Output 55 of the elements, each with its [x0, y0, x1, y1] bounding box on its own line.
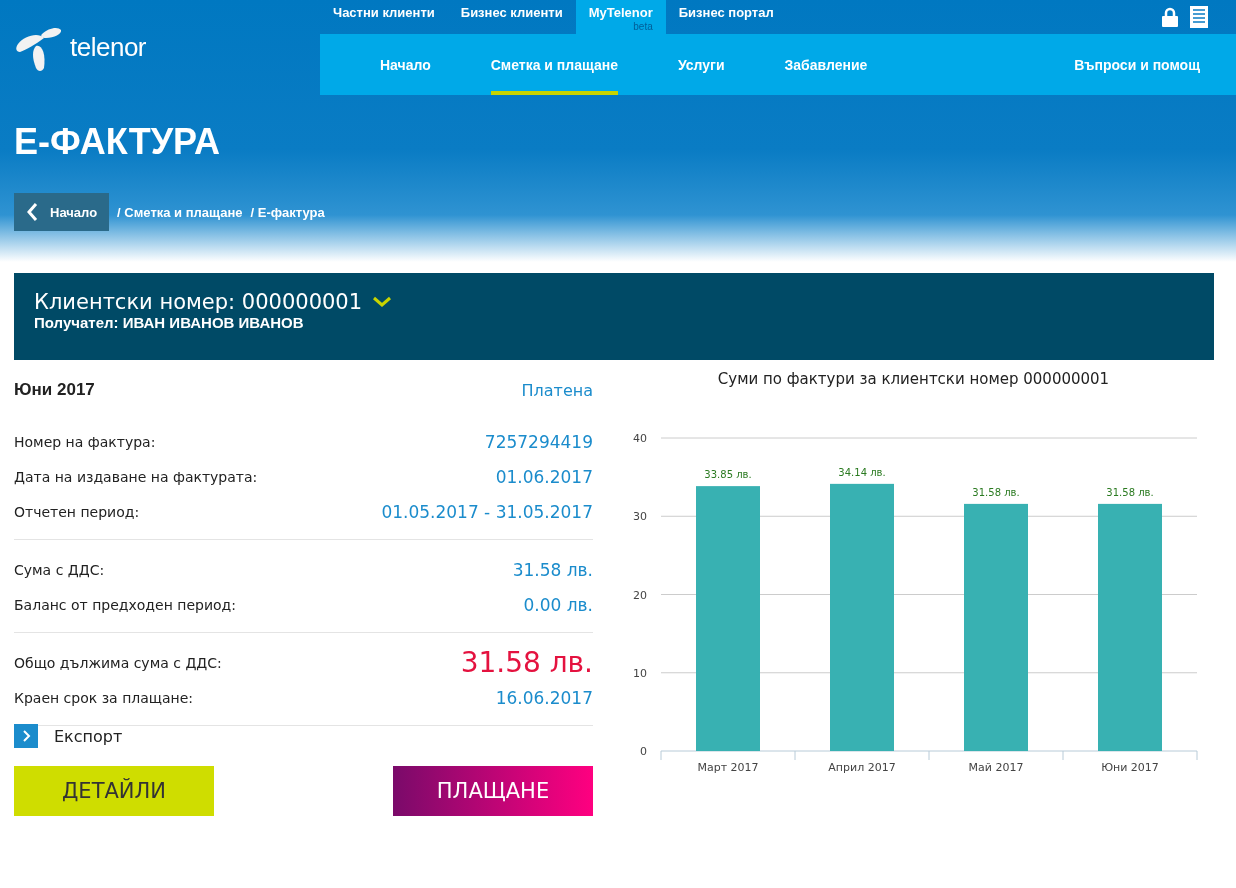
document-icon[interactable]: [1190, 6, 1208, 28]
x-axis-label: Май 2017: [968, 761, 1024, 774]
field-label: Дата на издаване на фактурата:: [14, 468, 258, 485]
x-axis-label: Юни 2017: [1101, 761, 1159, 774]
field-value: 16.06.2017: [495, 687, 593, 708]
field-value: 31.58 лв.: [512, 559, 593, 580]
y-tick-label: 10: [633, 666, 647, 680]
lock-icon[interactable]: [1162, 7, 1178, 27]
bar-value-label: 31.58 лв.: [972, 486, 1020, 498]
export-link[interactable]: Експорт: [54, 726, 123, 746]
y-tick-label: 0: [640, 745, 647, 758]
pay-button[interactable]: ПЛАЩАНЕ: [393, 766, 593, 816]
field-value: 31.58 лв.: [460, 646, 593, 679]
field-label: Общо дължима сума с ДДС:: [14, 654, 222, 671]
chevron-down-icon[interactable]: [372, 296, 393, 308]
top-nav-tab[interactable]: Бизнес клиенти: [447, 0, 576, 34]
field-label: Номер на фактура:: [14, 433, 156, 450]
main-nav-tab[interactable]: Забавление: [784, 34, 868, 95]
field-value: 01.05.2017 - 31.05.2017: [381, 501, 593, 522]
field-label: Баланс от предходен период:: [14, 596, 236, 613]
beta-label: beta: [633, 21, 653, 32]
x-axis-label: Март 2017: [697, 761, 759, 774]
main-nav-tab[interactable]: Начало: [380, 34, 431, 95]
invoice-month: Юни 2017: [14, 380, 95, 400]
y-tick-label: 30: [633, 510, 647, 524]
main-nav-tab[interactable]: Услуги: [678, 34, 725, 95]
top-nav-tab[interactable]: Частни клиенти: [320, 0, 448, 34]
field-label: Отчетен период:: [14, 503, 140, 520]
details-button[interactable]: ДЕТАЙЛИ: [14, 766, 214, 816]
breadcrumb-link[interactable]: / Сметка и плащане: [117, 204, 243, 220]
top-nav-tab[interactable]: MyTelenor beta: [575, 0, 666, 34]
field-value: 0.00 лв.: [523, 594, 593, 615]
page-title: Е-ФАКТУРА: [13, 120, 221, 164]
logo-text[interactable]: telenor: [70, 32, 146, 63]
chart-title: Суми по фактури за клиентски номер 000000001: [716, 369, 1111, 388]
breadcrumb-link[interactable]: / Е-фактура: [250, 204, 325, 220]
main-nav-tab[interactable]: Сметка и плащане: [490, 34, 618, 95]
field-value: 01.06.2017: [495, 466, 593, 487]
bar-value-label: 34.14 лв.: [838, 466, 886, 478]
field-label: Краен срок за плащане:: [14, 689, 194, 706]
x-axis-label: Април 2017: [828, 761, 896, 774]
bar-value-label: 33.85 лв.: [704, 469, 752, 481]
help-link[interactable]: Въпроси и помощ: [1074, 34, 1200, 95]
y-tick-label: 20: [633, 588, 647, 602]
recipient-text: Получател: ИВАН ИВАНОВ ИВАНОВ: [34, 314, 305, 331]
field-label: Сума с ДДС:: [14, 561, 105, 578]
back-button[interactable]: Начало: [14, 193, 110, 231]
payment-status: Платена: [521, 380, 593, 400]
top-nav-tab[interactable]: Бизнес портал: [665, 0, 787, 34]
chevron-left-icon: [26, 202, 38, 222]
chevron-right-icon[interactable]: [14, 724, 38, 748]
field-value: 7257294419: [484, 431, 593, 452]
bar-value-label: 31.58 лв.: [1106, 486, 1154, 498]
customer-number: Клиентски номер: 000000001: [34, 290, 363, 314]
y-tick-label: 40: [633, 432, 647, 445]
